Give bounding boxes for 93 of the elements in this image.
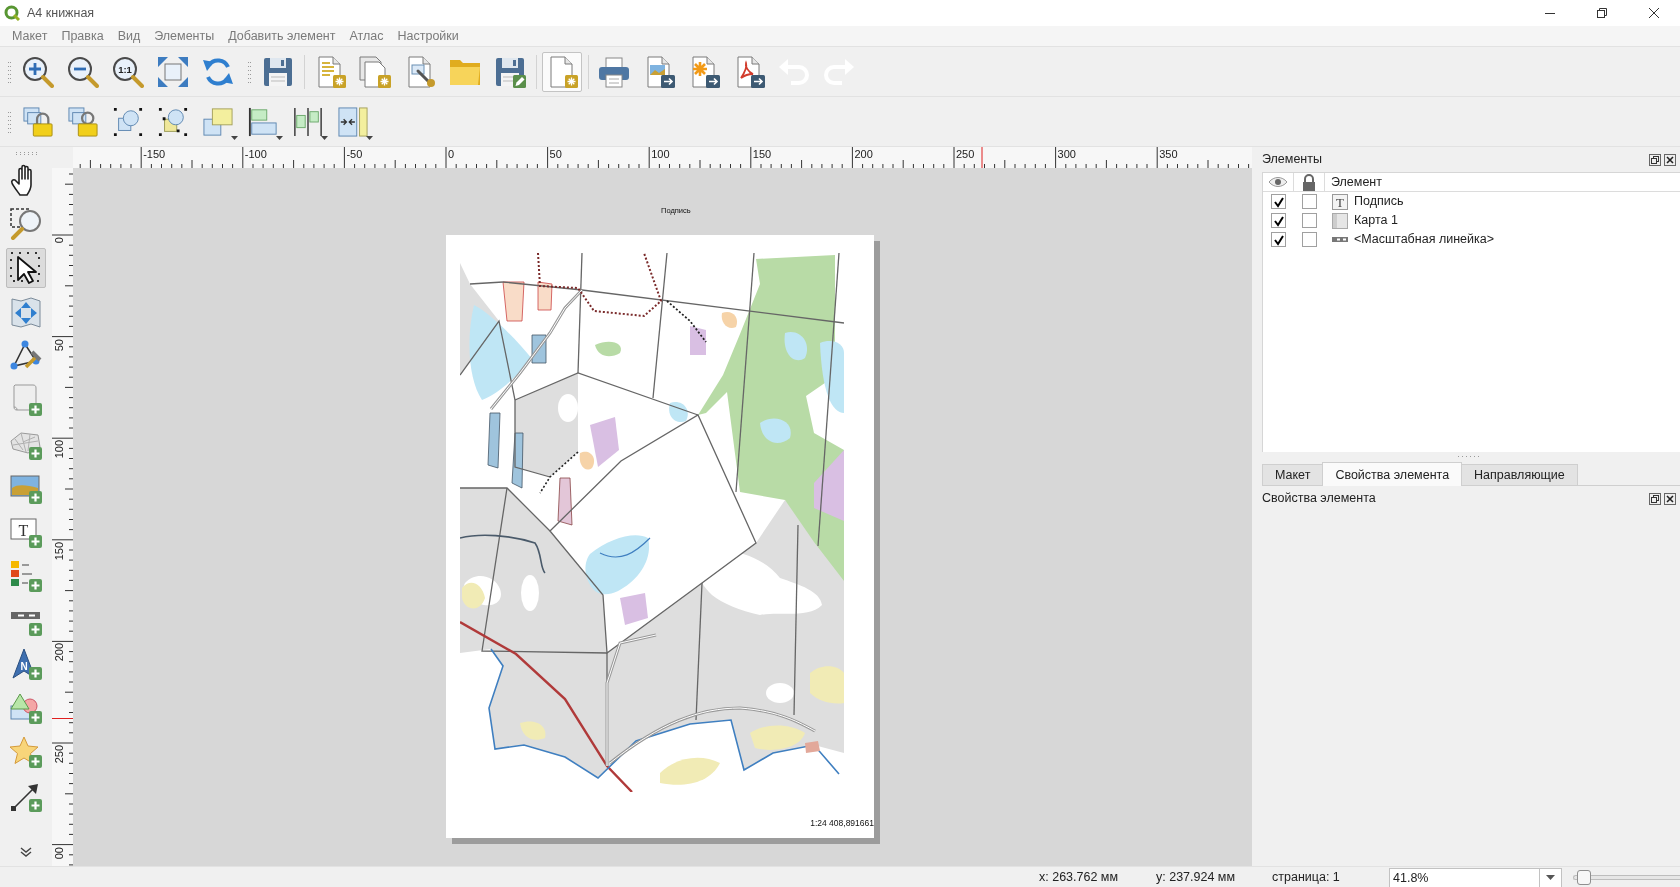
panel-title: Элементы: [1262, 151, 1322, 169]
star-plus-icon: [10, 736, 42, 768]
align-left-icon: [248, 106, 278, 137]
float-icon: [1649, 153, 1661, 166]
close-icon: [1664, 153, 1676, 166]
ruler-label: 150: [53, 541, 65, 561]
lock-checkbox[interactable]: [1302, 232, 1317, 247]
column-header: Элемент: [1330, 174, 1382, 191]
visibility-checkbox[interactable]: [1271, 232, 1286, 247]
ruler-label: 0: [53, 237, 65, 244]
float-panel-button[interactable]: [1649, 492, 1661, 505]
ruler-label: 50: [549, 148, 562, 160]
ruler-label: -100: [244, 148, 267, 160]
scalebar-item-icon: [1332, 237, 1348, 242]
page-number-text: страница: 1: [1272, 869, 1340, 884]
slider-thumb[interactable]: [1576, 869, 1591, 885]
ruler-label: 300: [1057, 148, 1076, 160]
distribute-icon: [293, 106, 323, 137]
menu-item[interactable]: Настройки: [390, 27, 466, 45]
ungroup-icon: [158, 106, 188, 137]
item-name[interactable]: Карта 1: [1354, 212, 1398, 229]
ruler-label: 00: [53, 846, 65, 859]
ruler-label: 100: [651, 148, 670, 160]
visibility-checkbox[interactable]: [1271, 213, 1286, 228]
toolbar-grip-icon: [7, 60, 12, 83]
zoom-dropdown-button[interactable]: [1539, 867, 1562, 887]
toolbar-grip-icon: [247, 60, 252, 83]
double-chevron-icon: [20, 847, 32, 857]
caret-icon: [321, 135, 328, 140]
item-name[interactable]: Подпись: [1354, 193, 1404, 210]
text-label-icon: T: [1332, 193, 1348, 210]
caret-icon: [1546, 875, 1555, 880]
cursor-x-text: x: 263.762 мм: [1039, 869, 1119, 884]
minimize-icon: [1545, 12, 1555, 14]
group-icon: [113, 106, 143, 137]
close-icon: [1664, 492, 1676, 505]
caret-icon: [231, 135, 238, 140]
ruler-label: 350: [1159, 148, 1178, 160]
resize-icon: [338, 106, 368, 137]
menu-item[interactable]: Вид: [110, 27, 148, 45]
add-map-icon: [10, 384, 42, 416]
panel-tab[interactable]: Направляющие: [1461, 464, 1578, 485]
ruler-label: -150: [143, 148, 166, 160]
close-panel-button[interactable]: [1664, 153, 1676, 166]
ruler-label: 250: [956, 148, 975, 160]
pointer-icon: [10, 252, 42, 284]
stacked-rectangles-icon: [203, 106, 233, 137]
padlock-icon: [23, 106, 53, 137]
add-legend-icon: [10, 560, 42, 592]
menu-item[interactable]: Правка: [54, 27, 111, 45]
toolbar-grip-icon: [7, 110, 12, 133]
scale-text: 1:24 408,891661: [810, 817, 874, 830]
edit-nodes-icon: [10, 340, 42, 372]
float-panel-button[interactable]: [1649, 153, 1661, 166]
visibility-checkbox[interactable]: [1271, 194, 1286, 209]
menu-item[interactable]: Элементы: [147, 27, 222, 45]
ruler-label: 100: [53, 440, 65, 459]
ruler-label: 200: [53, 643, 65, 662]
lock-checkbox[interactable]: [1302, 213, 1317, 228]
zoom-field[interactable]: 41.8%: [1389, 867, 1539, 887]
panel-title: Свойства элемента: [1262, 490, 1376, 508]
add-picture-icon: [10, 472, 42, 504]
app-logo-icon: [4, 5, 20, 21]
add-shapes-icon: [10, 692, 42, 724]
ruler-label: 250: [53, 745, 65, 764]
ruler-label: 0: [448, 148, 455, 160]
panel-tab[interactable]: Макет: [1262, 464, 1324, 485]
eye-icon: [1268, 176, 1288, 188]
map-item-icon: [1332, 212, 1348, 229]
ruler-label: 50: [53, 338, 65, 351]
toolbar-grip-icon: [15, 151, 37, 156]
float-icon: [1649, 492, 1661, 505]
restore-icon: [1597, 8, 1607, 18]
lock-icon: [1302, 173, 1316, 191]
panel-tab[interactable]: Свойства элемента: [1322, 462, 1463, 486]
close-icon: [1649, 8, 1659, 18]
caret-icon: [366, 135, 373, 140]
zoom-area-icon: [10, 208, 42, 240]
ruler-label: 200: [854, 148, 873, 160]
ruler-label: 150: [752, 148, 772, 160]
item-name[interactable]: <Масштабная линейка>: [1354, 231, 1494, 248]
caret-icon: [276, 135, 283, 140]
lock-checkbox[interactable]: [1302, 194, 1317, 209]
menu-item[interactable]: Добавить элемент: [221, 27, 343, 45]
cursor-y-text: y: 237.924 мм: [1156, 869, 1236, 884]
menu-item[interactable]: Атлас: [342, 27, 391, 45]
padlock-ring-icon: [68, 106, 98, 137]
ruler-label: -50: [346, 148, 363, 160]
select-button[interactable]: [6, 248, 46, 288]
close-panel-button[interactable]: [1664, 492, 1676, 505]
menu-item[interactable]: Макет: [5, 27, 55, 45]
move-arrows-icon: [10, 296, 42, 328]
window-title: A4 книжная: [27, 4, 95, 22]
